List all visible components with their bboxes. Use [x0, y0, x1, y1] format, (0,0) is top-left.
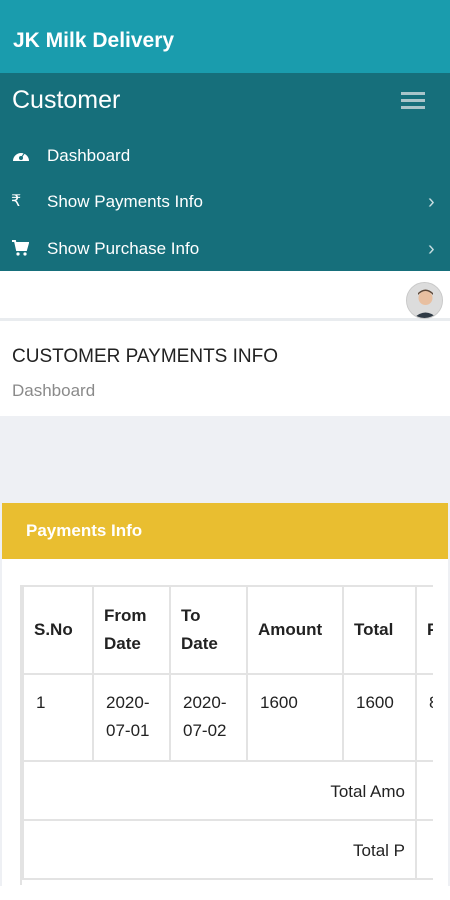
payments-table: S.No From Date To Date Amount Total P 1 … [22, 585, 433, 880]
table-cell [415, 819, 433, 880]
card-header: Payments Info [2, 503, 448, 559]
column-header: P [415, 585, 433, 675]
sidebar-item-purchase[interactable]: Show Purchase Info › [0, 227, 450, 271]
cart-icon [11, 239, 31, 259]
table-cell: 8 [415, 673, 433, 762]
top-bar [0, 271, 450, 321]
total-amount-label: Total Amo [22, 760, 417, 821]
rupee-icon: ₹ [11, 193, 22, 210]
column-header: Total [342, 585, 417, 675]
sidebar-item-label: Show Purchase Info [47, 239, 200, 258]
sidebar-item-dashboard[interactable]: Dashboard [0, 134, 450, 178]
total-amount-row: Total Amo [22, 760, 433, 821]
table-row: 1 2020-07-01 2020-07-02 1600 1600 8 [22, 673, 433, 762]
sidebar-item-label: Show Payments Info [47, 192, 203, 211]
speedometer-icon [11, 146, 31, 166]
page-header: CUSTOMER PAYMENTS INFO Dashboard [0, 324, 450, 416]
column-header: Amount [246, 585, 344, 675]
table-cell: 2020-07-02 [169, 673, 248, 762]
total-paid-label: Total P [22, 819, 417, 880]
table-cell [415, 760, 433, 821]
card-title: Payments Info [26, 521, 143, 540]
page-title: CUSTOMER PAYMENTS INFO [12, 346, 279, 367]
table-cell: 2020-07-01 [92, 673, 171, 762]
bottom-edge [0, 886, 450, 900]
breadcrumb[interactable]: Dashboard [12, 381, 95, 401]
column-header: To Date [169, 585, 248, 675]
payments-card: Payments Info S.No From Date To Date Amo… [2, 503, 448, 886]
table-cell: 1 [22, 673, 94, 762]
column-header: From Date [92, 585, 171, 675]
table-cell: 1600 [342, 673, 417, 762]
sidebar-item-label: Dashboard [47, 146, 131, 165]
app-title: JK Milk Delivery [13, 29, 175, 52]
menu-icon[interactable] [401, 92, 425, 109]
chevron-right-icon: › [428, 191, 435, 213]
app-header: JK Milk Delivery [0, 0, 450, 73]
payments-table-container[interactable]: S.No From Date To Date Amount Total P 1 … [20, 585, 433, 885]
avatar[interactable] [406, 282, 443, 319]
column-header: S.No [22, 585, 94, 675]
sidebar: Customer Dashboard ₹ Show Payments Info … [0, 73, 450, 271]
total-paid-row: Total P [22, 819, 433, 880]
sidebar-item-payments[interactable]: ₹ Show Payments Info › [0, 180, 450, 224]
chevron-right-icon: › [428, 238, 435, 260]
table-cell: 1600 [246, 673, 344, 762]
table-header-row: S.No From Date To Date Amount Total P [22, 585, 433, 675]
sidebar-title: Customer [12, 86, 121, 114]
